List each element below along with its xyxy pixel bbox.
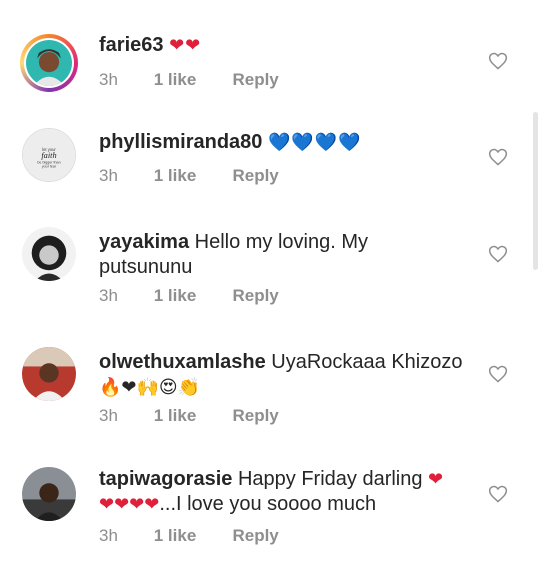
comment-text: UyaRockaaa Khizozo [271, 351, 463, 373]
avatar[interactable] [22, 227, 76, 281]
avatar-photo [26, 40, 72, 86]
comment-text-continued: putsununu [99, 256, 193, 278]
comment-time: 3h [99, 526, 118, 545]
heart-outline-icon[interactable] [488, 484, 508, 504]
reply-button[interactable]: Reply [232, 70, 278, 90]
avatar[interactable]: let your faith be bigger than your fear [22, 128, 76, 182]
comment-time: 3h [99, 70, 118, 89]
comment-time: 3h [99, 406, 118, 425]
reply-button[interactable]: Reply [232, 286, 278, 306]
heart-emoji: ❤ [428, 469, 444, 490]
svg-text:faith: faith [41, 151, 56, 160]
reply-button[interactable]: Reply [232, 166, 278, 186]
avatar-photo [22, 467, 76, 521]
scrollbar[interactable] [533, 112, 538, 270]
reply-button[interactable]: Reply [232, 406, 278, 426]
comment-likes[interactable]: 1 like [154, 406, 228, 426]
comment-likes[interactable]: 1 like [154, 526, 228, 546]
comment-username[interactable]: phyllismiranda80 [99, 131, 262, 153]
comment-likes[interactable]: 1 like [154, 286, 228, 306]
comment-username[interactable]: yayakima [99, 231, 189, 253]
comment-time: 3h [99, 286, 118, 305]
avatar-logo: let your faith be bigger than your fear [23, 129, 75, 181]
heart-emojis: ❤❤❤❤ [99, 494, 160, 515]
comment-time: 3h [99, 166, 118, 185]
heart-outline-icon[interactable] [488, 51, 508, 71]
avatar[interactable] [22, 347, 76, 401]
comment-likes[interactable]: 1 like [154, 70, 228, 90]
comment-username[interactable]: farie63 [99, 34, 164, 56]
heart-emojis: ❤❤ [169, 35, 202, 56]
comment-text: Hello my loving. My [194, 231, 369, 253]
comment-text-continued: ...I love you soooo much [159, 493, 377, 515]
comment-username[interactable]: olwethuxamlashe [99, 351, 266, 373]
heart-emojis: 💙💙💙💙 [267, 132, 362, 153]
avatar-photo [22, 347, 76, 401]
comment-likes[interactable]: 1 like [154, 166, 228, 186]
heart-outline-icon[interactable] [488, 147, 508, 167]
comment-username[interactable]: tapiwagorasie [99, 468, 232, 490]
reaction-emojis: 🔥❤🙌😍👏 [99, 377, 201, 398]
reply-button[interactable]: Reply [232, 526, 278, 546]
avatar[interactable] [22, 467, 76, 521]
heart-outline-icon[interactable] [488, 244, 508, 264]
comment-text: Happy Friday darling [237, 468, 423, 490]
avatar-photo [22, 227, 76, 281]
heart-outline-icon[interactable] [488, 364, 508, 384]
svg-text:your fear: your fear [42, 164, 57, 168]
avatar[interactable] [20, 34, 78, 92]
